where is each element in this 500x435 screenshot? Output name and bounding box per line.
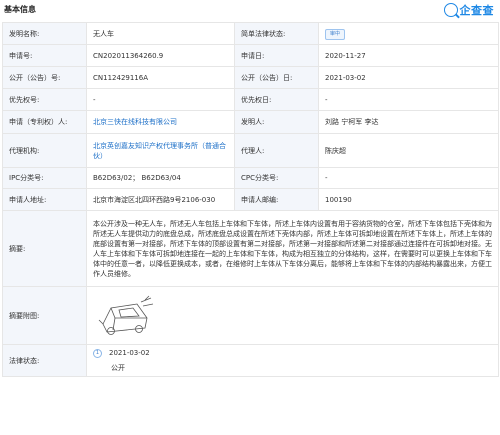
table-row: 申请（专利权）人: 北京三快在线科技有限公司 发明人: 刘路 宁柯军 李达 bbox=[2, 110, 499, 134]
pub-date-value: 2021-03-02 bbox=[318, 66, 499, 89]
ipc-value: B62D63/02； B62D63/04 bbox=[86, 167, 235, 189]
vehicle-figure bbox=[98, 295, 154, 335]
legal-status-badge: 审中 bbox=[325, 28, 346, 40]
abstract-text: 本公开涉及一种无人车，所述无人车包括上车体和下车体，所述上车体内设置有用于容纳货… bbox=[86, 210, 499, 287]
timeline-step-marker: 1 bbox=[93, 348, 102, 358]
status-date: 2021-03-02 bbox=[109, 348, 150, 357]
ipc-label: IPC分类号: bbox=[2, 167, 87, 189]
agent-label: 代理人: bbox=[234, 133, 319, 168]
table-row: IPC分类号: B62D63/02； B62D63/04 CPC分类号: - bbox=[2, 167, 499, 189]
table-row: 申请人地址: 北京市海淀区北四环西路9号2106-030 申请人邮编: 1001… bbox=[2, 188, 499, 211]
cpc-label: CPC分类号: bbox=[234, 167, 319, 189]
pub-date-label: 公开（公告）日: bbox=[234, 66, 319, 89]
status-label: 法律状态: bbox=[2, 344, 87, 377]
page-header: 基本信息 企查查 bbox=[0, 0, 500, 20]
abstract-label: 摘要: bbox=[2, 210, 87, 287]
abstract-figure-thumbnail[interactable] bbox=[93, 294, 159, 338]
table-row: 摘要: 本公开涉及一种无人车，所述无人车包括上车体和下车体，所述上车体内设置有用… bbox=[2, 210, 499, 287]
priority-no-value: - bbox=[86, 88, 235, 111]
app-date-label: 申请日: bbox=[234, 44, 319, 67]
address-value: 北京市海淀区北四环西路9号2106-030 bbox=[86, 188, 235, 211]
agency-link[interactable]: 北京英创嘉友知识产权代理事务所（普通合伙） bbox=[93, 142, 226, 160]
inventor-label: 发明人: bbox=[234, 110, 319, 134]
priority-date-value: - bbox=[318, 88, 499, 111]
magnifier-icon bbox=[443, 3, 458, 17]
section-title: 基本信息 bbox=[4, 5, 36, 14]
priority-no-label: 优先权号: bbox=[2, 88, 87, 111]
inventor-value: 刘路 宁柯军 李达 bbox=[318, 110, 499, 134]
status-text: 公开 bbox=[111, 363, 125, 372]
brand-logo: 企查查 bbox=[443, 2, 495, 18]
app-no-value: CN202011364260.9 bbox=[86, 44, 235, 67]
app-no-label: 申请号: bbox=[2, 44, 87, 67]
postcode-value: 100190 bbox=[318, 188, 499, 211]
address-label: 申请人地址: bbox=[2, 188, 87, 211]
invention-name-value: 无人车 bbox=[86, 22, 235, 45]
table-row: 摘要附图: bbox=[2, 286, 499, 345]
table-row: 发明名称: 无人车 简单法律状态: 审中 bbox=[2, 22, 499, 45]
pub-no-value: CN112429116A bbox=[86, 66, 235, 89]
applicant-link[interactable]: 北京三快在线科技有限公司 bbox=[93, 118, 177, 126]
invention-name-label: 发明名称: bbox=[2, 22, 87, 45]
patent-info-table: 发明名称: 无人车 简单法律状态: 审中 申请号: CN202011364260… bbox=[2, 22, 499, 377]
table-row: 公开（公告）号: CN112429116A 公开（公告）日: 2021-03-0… bbox=[2, 66, 499, 89]
priority-date-label: 优先权日: bbox=[234, 88, 319, 111]
table-row: 优先权号: - 优先权日: - bbox=[2, 88, 499, 111]
table-row: 法律状态: 1 2021-03-02 公开 bbox=[2, 344, 499, 377]
app-date-value: 2020-11-27 bbox=[318, 44, 499, 67]
pub-no-label: 公开（公告）号: bbox=[2, 66, 87, 89]
figure-label: 摘要附图: bbox=[2, 286, 87, 345]
agency-label: 代理机构: bbox=[2, 133, 87, 168]
postcode-label: 申请人邮编: bbox=[234, 188, 319, 211]
status-timeline: 1 2021-03-02 公开 bbox=[93, 347, 492, 375]
table-row: 申请号: CN202011364260.9 申请日: 2020-11-27 bbox=[2, 44, 499, 67]
applicant-label: 申请（专利权）人: bbox=[2, 110, 87, 134]
cpc-value: - bbox=[318, 167, 499, 189]
legal-status-label: 简单法律状态: bbox=[234, 22, 319, 45]
table-row: 代理机构: 北京英创嘉友知识产权代理事务所（普通合伙） 代理人: 陈庆超 bbox=[2, 133, 499, 168]
agent-value: 陈庆超 bbox=[318, 133, 499, 168]
brand-name: 企查查 bbox=[459, 4, 494, 17]
